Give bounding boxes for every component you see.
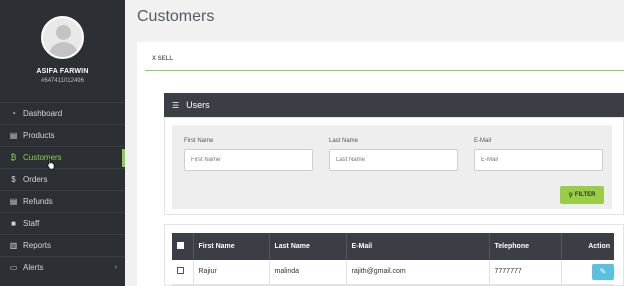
table-header-row: First Name Last Name E-Mail Telephone Ac…: [172, 233, 614, 260]
avatar-body: [49, 42, 78, 57]
sidebar-item-staff[interactable]: ■ Staff: [0, 212, 125, 234]
cell-email: rajith@gmail.com: [346, 260, 490, 285]
sidebar-item-label: Staff: [23, 219, 40, 228]
sidebar-item-label: Dashboard: [23, 109, 63, 118]
column-header-first-name[interactable]: First Name: [193, 233, 270, 260]
sidebar-item-label: Orders: [23, 175, 48, 184]
last-name-field[interactable]: [329, 149, 458, 171]
sidebar-item-label: Refunds: [23, 197, 53, 206]
sidebar-item-label: Alerts: [23, 263, 44, 272]
cell-telephone: 7777777: [489, 260, 562, 285]
select-all-header: [172, 233, 194, 260]
edit-button[interactable]: ✎: [592, 263, 614, 280]
row-checkbox[interactable]: [177, 267, 184, 275]
first-name-field[interactable]: [184, 149, 313, 171]
hand-cursor-icon: [47, 158, 55, 170]
table-row: Rajiur malinda rajith@gmail.com 7777777 …: [172, 260, 614, 285]
cell-last-name: malinda: [269, 260, 347, 285]
row-select-cell: [172, 260, 194, 285]
tab-x-sell[interactable]: X SELL: [152, 56, 173, 62]
filter-button[interactable]: ⚲ FILTER: [560, 186, 604, 204]
cart-icon: ▤: [9, 197, 18, 206]
search-icon: ⚲: [568, 192, 573, 199]
column-header-email[interactable]: E-Mail: [346, 233, 490, 260]
page-title: Customers: [137, 8, 215, 25]
sidebar-item-dashboard[interactable]: ◔ Dashboard: [0, 102, 125, 124]
sidebar-item-label: Customers: [23, 153, 62, 162]
dollar-icon: $: [11, 175, 16, 184]
avatar-head: [56, 25, 71, 40]
sidebar-nav: ◔ Dashboard ▤ Products ₿ Customers $ Ord…: [0, 102, 125, 278]
user-name: ASIFA FARWIN: [36, 68, 89, 75]
column-header-telephone[interactable]: Telephone: [489, 233, 562, 260]
email-field[interactable]: [474, 149, 603, 171]
sidebar-item-orders[interactable]: $ Orders: [0, 168, 125, 190]
sidebar-item-refunds[interactable]: ▤ Refunds: [0, 190, 125, 212]
sidebar-item-label: Reports: [23, 241, 52, 250]
chevron-right-icon: ›: [114, 264, 117, 271]
first-name-label: First Name: [184, 138, 214, 144]
users-title: Users: [186, 100, 210, 110]
list-icon: ☰: [172, 100, 180, 110]
sidebar-item-products[interactable]: ▤ Products: [0, 124, 125, 146]
email-label: E-Mail: [474, 138, 492, 144]
avatar[interactable]: [41, 16, 84, 59]
sidebar-item-customers[interactable]: ₿ Customers: [0, 146, 125, 168]
last-name-label: Last Name: [329, 138, 359, 144]
sidebar-item-alerts[interactable]: ▭ Alerts ›: [0, 256, 125, 278]
filter-button-label: FILTER: [574, 192, 596, 198]
briefcase-icon: ■: [11, 219, 16, 228]
users-panel-header: ☰ Users: [164, 93, 624, 117]
tab-underline: [145, 70, 624, 71]
monitor-icon: ▭: [9, 263, 18, 272]
column-header-last-name[interactable]: Last Name: [269, 233, 347, 260]
column-header-action: Action: [561, 233, 614, 260]
cart-icon: ▤: [9, 131, 18, 140]
bitcoin-icon: ₿: [10, 153, 17, 162]
select-all-checkbox[interactable]: [177, 242, 184, 249]
pencil-icon: ✎: [599, 266, 607, 276]
sidebar-item-reports[interactable]: ▥ Reports: [0, 234, 125, 256]
user-id: #647411012496: [41, 78, 84, 84]
dashboard-icon: ◔: [11, 109, 16, 118]
cell-action: ✎: [561, 260, 614, 285]
cell-first-name: Rajiur: [193, 260, 270, 285]
sidebar-item-label: Products: [23, 131, 55, 140]
bar-chart-icon: ▥: [9, 241, 18, 250]
sidebar: ASIFA FARWIN #647411012496 ◔ Dashboard ▤…: [0, 0, 125, 286]
customers-table: First Name Last Name E-Mail Telephone Ac…: [172, 233, 614, 285]
